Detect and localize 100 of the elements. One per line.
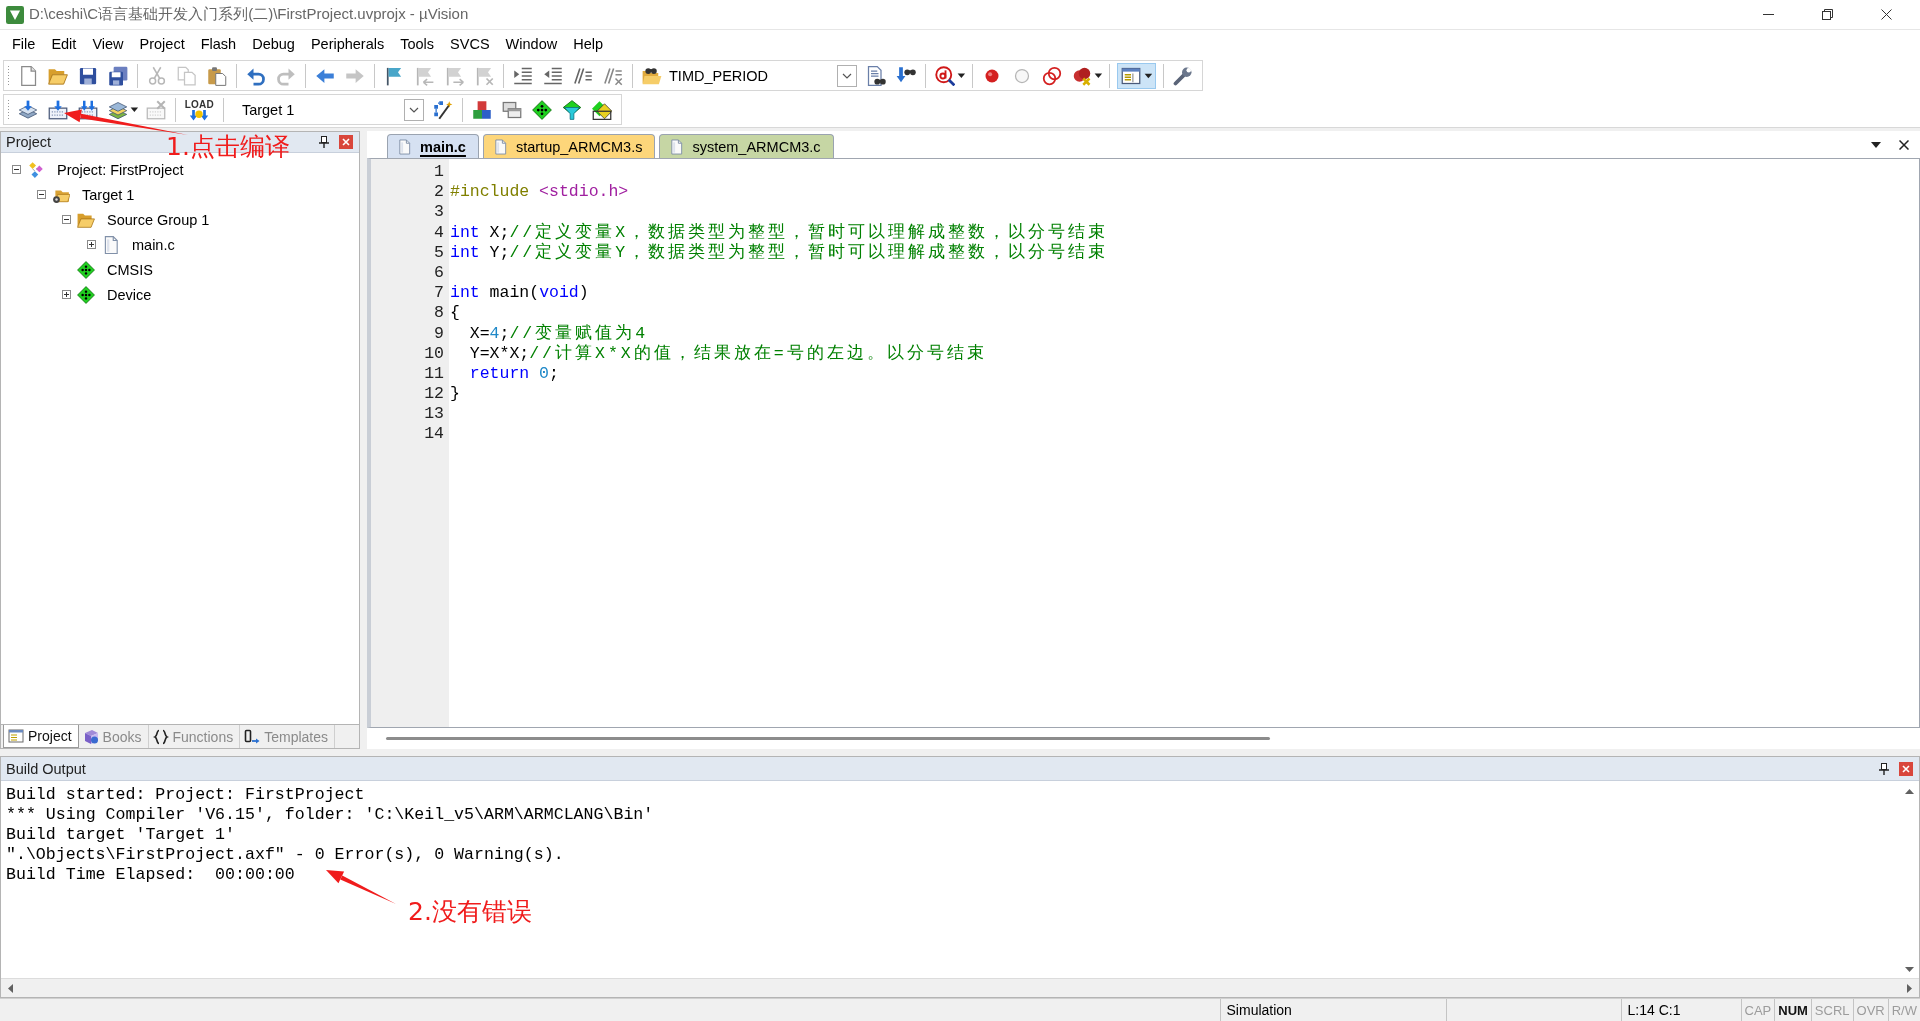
status-text: Simulation [1226,1002,1292,1018]
diamond-icon [77,260,95,279]
dropdown-field[interactable]: TIMD_PERIOD [667,64,857,87]
expander-icon[interactable] [12,165,21,174]
panel-title: Project [6,134,52,150]
right-arrow-icon[interactable] [1907,983,1912,993]
close-icon[interactable] [1881,9,1892,20]
code-line: } [450,384,461,405]
output-line: Build target 'Target 1' [6,825,237,845]
load-button[interactable]: LOAD [183,98,215,121]
editor-tab[interactable]: system_ARMCM3.c [659,134,834,158]
file-icon [492,138,508,155]
tree-item[interactable]: main.c [130,235,177,254]
line-number: 13 [423,404,445,425]
menu-item[interactable]: SVCS [442,33,498,54]
pin-icon[interactable] [319,136,329,148]
expander-icon[interactable] [62,290,71,299]
status-indicator: NUM [1778,1002,1808,1018]
tree-item[interactable]: Device [105,285,154,304]
folder-binoculars-icon[interactable] [642,65,662,86]
restore-icon[interactable] [1822,9,1833,20]
pin-icon[interactable] [1879,762,1889,775]
code-line: int X;//定义变量X，数据类型为整型，暂时可以理解成整数，以分号结束 [450,222,1110,242]
line-number: 5 [433,242,445,263]
tray-arrow-icon[interactable] [48,99,68,120]
wrench-icon[interactable] [1173,65,1194,86]
expander-icon[interactable] [37,190,46,199]
menu-item[interactable]: Help [565,33,611,54]
download-arrows-icon [189,109,210,121]
editor-tab[interactable]: startup_ARMCM3.s [482,134,656,158]
tree-item[interactable]: Target 1 [80,185,137,204]
panel-title: Build Output [6,760,86,777]
tree-item[interactable]: Source Group 1 [105,210,212,229]
page-binoculars-icon[interactable] [866,65,886,86]
status-indicator: SCRL [1814,1002,1850,1018]
floppy-disks-icon[interactable] [108,65,128,86]
clipboard-icon[interactable] [207,65,227,86]
flag-icon[interactable] [384,65,404,86]
close-icon[interactable] [1899,139,1909,150]
down-arrow-icon[interactable] [1905,967,1914,972]
menu-item[interactable]: Peripherals [302,33,393,54]
line-number: 7 [433,283,445,304]
line-number: 12 [423,384,445,405]
layers-stack-icon[interactable] [108,99,128,120]
menu-item[interactable]: Flash [192,33,245,54]
horizontal-scrollbar[interactable] [1,978,1919,997]
magnifier-icon[interactable] [935,65,955,86]
up-arrow-icon[interactable] [1905,789,1914,794]
left-arrow-icon[interactable] [8,983,13,993]
menu-item[interactable]: Tools [392,33,443,54]
menu-item[interactable]: Edit [43,33,85,54]
slashes-lines-icon[interactable] [573,65,593,86]
line-number: 1 [433,162,445,183]
code-line: #include <stdio.h> [450,182,630,203]
output-line: ".\Objects\FirstProject.axf" - 0 Error(s), 0 Warning(s). [6,845,565,865]
dots-cross-icon[interactable] [1071,65,1092,86]
braces-icon [152,728,169,745]
expander-icon[interactable] [87,240,96,249]
status-text: L:14 C:1 [1627,1002,1681,1018]
book-icon [82,728,99,745]
caret-icon[interactable] [1871,141,1881,148]
annotation-text: 2.没有错误 [408,898,532,926]
menu-item[interactable]: View [84,33,132,54]
tree-item[interactable]: CMSIS [105,260,155,279]
layers-arrow-icon[interactable] [18,99,38,120]
template-arrow-icon [244,728,261,745]
grip-icon[interactable] [7,98,10,121]
output-line: Build Time Elapsed: 00:00:00 [6,865,296,885]
status-indicator: R/W [1891,1002,1917,1018]
line-number: 4 [433,222,445,243]
diamond-funnel-icon[interactable] [561,99,582,120]
editor-tab[interactable]: main.c [387,134,479,158]
expander-icon[interactable] [62,215,71,224]
new-file-icon[interactable] [18,65,38,86]
tree-item[interactable]: Project: FirstProject [55,160,186,179]
horizontal-scrollbar[interactable] [386,737,1270,740]
layout-button[interactable] [1116,62,1157,89]
diamond-icon[interactable] [531,99,552,120]
blocks-icon[interactable] [471,99,492,120]
magic-wand-icon[interactable] [432,99,453,120]
panel-tab[interactable]: Project [3,725,79,748]
line-number: 8 [433,303,445,324]
slashes-cross-icon[interactable] [603,65,623,86]
menu-item[interactable]: File [4,33,44,54]
code-line: int main(void) [450,283,590,304]
menu-item[interactable]: Project [131,33,193,54]
window-title: D:\ceshi\C语言基础开发入门系列(二)\FirstProject.uvprojx - µVision [29,5,469,24]
rings-icon[interactable] [1041,65,1062,86]
dropdown-field[interactable]: Target 1 [229,98,424,121]
code-line: X=4;//变量赋值为4 [468,323,650,344]
code-line: return 0; [468,363,560,385]
grip-icon[interactable] [7,64,10,87]
diamond-box-icon[interactable] [591,99,612,120]
indent-lines-icon[interactable] [513,65,533,86]
menu-item[interactable]: Window [497,33,566,54]
menu-item[interactable]: Debug [244,33,303,54]
file-icon [397,138,412,155]
stacked-windows-icon[interactable] [501,99,522,120]
outdent-lines-icon[interactable] [543,65,563,86]
line-number: 10 [423,343,445,364]
